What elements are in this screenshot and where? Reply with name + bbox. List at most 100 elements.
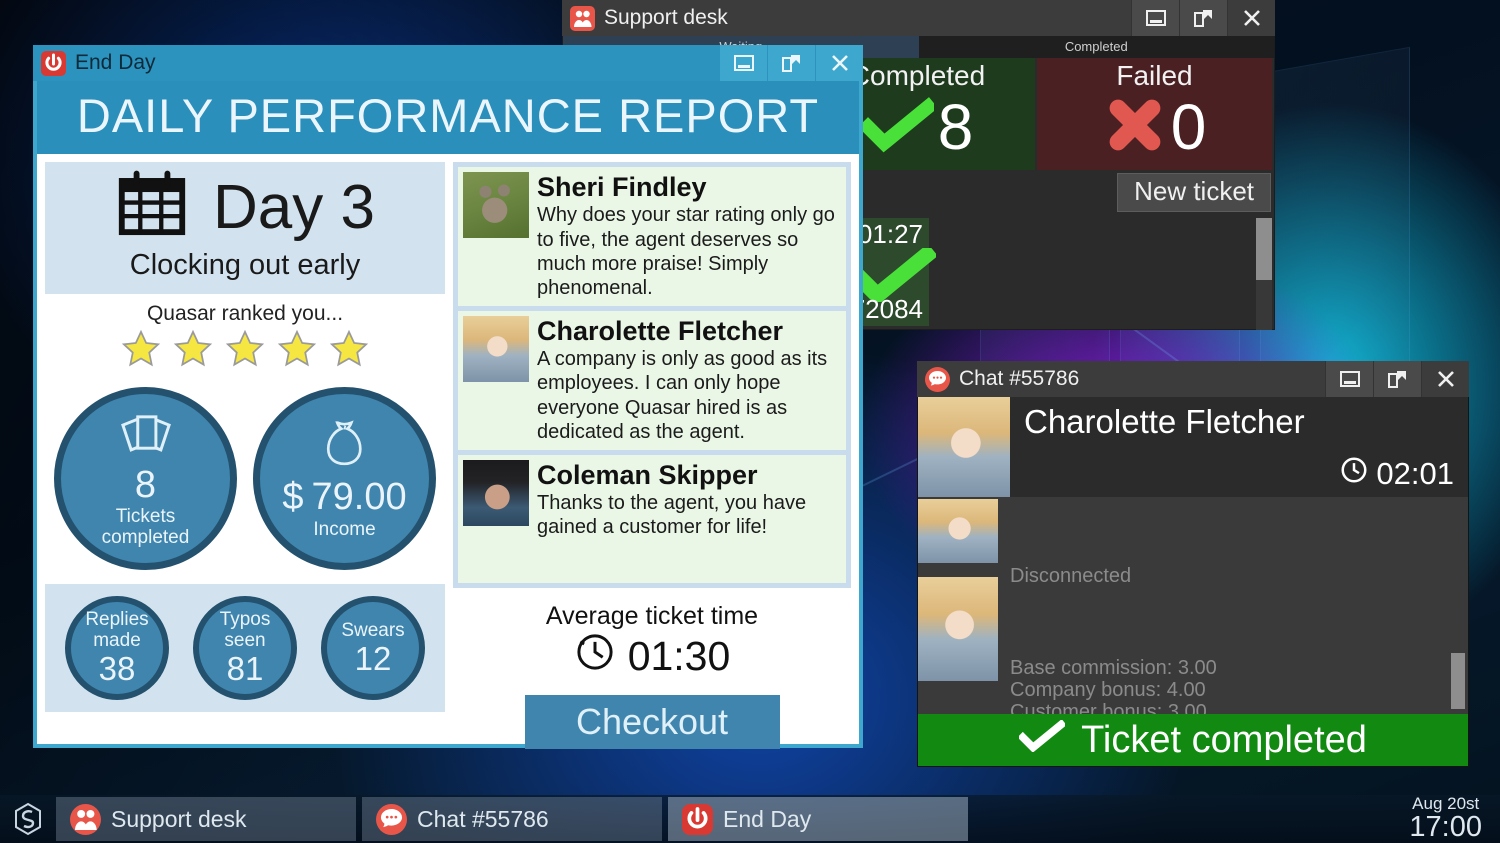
ticket-strip-scrollbar[interactable] (1256, 218, 1272, 330)
tickets-completed-caption: Tickets (115, 505, 176, 527)
status-badge: Ticket completed (918, 714, 1468, 766)
maximize-icon[interactable] (1179, 0, 1227, 36)
taskbar-item-end-day[interactable]: End Day (668, 797, 968, 841)
stat-income: $ 79.00 Income (253, 387, 436, 570)
replies-value: 38 (98, 650, 136, 688)
tickets-icon (113, 409, 179, 466)
chat-timer-value: 02:01 (1376, 456, 1454, 491)
average-label: Average ticket time (545, 601, 759, 630)
avatar (463, 172, 529, 238)
review-item: Sheri Findley Why does your star rating … (458, 167, 846, 306)
page-title: DAILY PERFORMANCE REPORT (37, 81, 859, 154)
chat-bubble-icon (376, 803, 407, 835)
taskbar-label: End Day (723, 805, 812, 832)
typos-caption-2: seen (224, 630, 266, 652)
income-value-wrap: $ 79.00 (282, 476, 406, 519)
support-desk-titlebar[interactable]: Support desk (562, 0, 1275, 36)
close-icon[interactable] (1227, 0, 1275, 36)
maximize-icon[interactable] (1373, 361, 1421, 397)
stat-tickets-completed: 8 Tickets completed (54, 387, 237, 570)
ticket-time: 01:27 (857, 219, 923, 249)
chat-customer-header: Charolette Fletcher 02:01 (918, 397, 1468, 497)
taskbar-item-support-desk[interactable]: Support desk (56, 797, 356, 841)
taskbar-item-chat[interactable]: Chat #55786 (362, 797, 662, 841)
typos-value: 81 (226, 650, 264, 688)
avatar (918, 499, 998, 563)
chat-window[interactable]: Chat #55786 Charolette Fletcher 02:01 Di… (917, 361, 1469, 767)
stat-swears: Swears 12 (321, 596, 425, 700)
new-ticket-button[interactable]: New ticket (1117, 172, 1271, 212)
chat-summary-line: Company bonus: 4.00 (1010, 679, 1206, 701)
close-icon[interactable] (815, 45, 863, 81)
tab-completed[interactable]: Completed (919, 36, 1275, 58)
chat-message-text: Disconnected (1010, 565, 1132, 587)
currency-symbol: $ (282, 475, 304, 518)
maximize-icon[interactable] (767, 45, 815, 81)
swears-value: 12 (354, 639, 392, 677)
end-day-titlebar[interactable]: End Day (33, 45, 863, 81)
rating-label: Quasar ranked you... (146, 302, 344, 325)
clock-icon (574, 631, 616, 683)
chat-scrollbar[interactable] (1451, 503, 1465, 723)
support-desk-icon (70, 803, 101, 835)
end-day-title: End Day (75, 51, 156, 74)
support-desk-icon (570, 5, 595, 31)
star-icon (171, 328, 215, 375)
report-right-column: Sheri Findley Why does your star rating … (453, 162, 851, 749)
clock-time: 17:00 (1409, 811, 1482, 843)
counter-failed: Failed 0 (1037, 58, 1274, 170)
minimize-icon[interactable] (1131, 0, 1179, 36)
taskbar-clock: Aug 20st 17:00 (1409, 795, 1500, 842)
average-ticket-time: Average ticket time 01:30 (453, 602, 851, 683)
chat-titlebar[interactable]: Chat #55786 (917, 361, 1469, 397)
avatar (918, 397, 1010, 497)
star-icon (275, 328, 319, 375)
quasar-logo-icon[interactable] (0, 802, 56, 836)
stat-typos-seen: Typos seen 81 (193, 596, 297, 700)
close-icon[interactable] (1421, 361, 1469, 397)
support-desk-title: Support desk (604, 6, 728, 29)
big-stat-circles: 8 Tickets completed $ 79.00 Income (45, 387, 445, 570)
tickets-completed-caption-2: completed (101, 526, 190, 548)
desktop: Support desk Waiting Completed Wa (0, 0, 1500, 843)
stat-replies-made: Replies made 38 (65, 596, 169, 700)
chat-customer-name: Charolette Fletcher (1024, 403, 1305, 440)
support-desk-window-buttons (1131, 0, 1275, 36)
chat-message-list[interactable]: Disconnected Base commission: 3.00 Compa… (918, 497, 1468, 745)
day-panel: Day 3 Clocking out early (45, 162, 445, 294)
chat-window-buttons (1325, 361, 1469, 397)
review-text: Why does your star rating only go to fiv… (537, 204, 835, 300)
small-stat-circles: Replies made 38 Typos seen 81 Swears 12 (45, 584, 445, 712)
power-icon (682, 803, 713, 835)
day-label: Day 3 (213, 173, 375, 242)
swears-caption: Swears (341, 619, 405, 641)
minimize-icon[interactable] (1325, 361, 1373, 397)
review-author: Charolette Fletcher (537, 315, 784, 346)
average-value: 01:30 (627, 633, 731, 680)
report-content: Day 3 Clocking out early Quasar ranked y… (37, 154, 859, 757)
report-left-column: Day 3 Clocking out early Quasar ranked y… (45, 162, 445, 749)
avatar (918, 577, 998, 681)
power-icon (41, 50, 66, 76)
end-day-body: DAILY PERFORMANCE REPORT Day 3 Clocking … (33, 81, 863, 749)
minimize-icon[interactable] (719, 45, 767, 81)
review-item: Coleman Skipper Thanks to the agent, you… (458, 454, 846, 583)
checkout-button[interactable]: Checkout (524, 694, 780, 749)
end-day-window[interactable]: End Day DAILY PERFORMANCE REPORT Day 3 C… (33, 45, 863, 749)
tickets-completed-value: 8 (134, 463, 157, 506)
calendar-icon (115, 168, 189, 247)
avatar (463, 315, 529, 382)
review-list: Sheri Findley Why does your star rating … (453, 162, 851, 588)
clock-date: Aug 20st (1412, 794, 1480, 814)
star-icon (119, 328, 163, 375)
check-icon (857, 96, 938, 159)
review-text: A company is only as good as its employe… (537, 348, 828, 444)
avatar (463, 459, 529, 526)
chat-timer: 02:01 (1339, 455, 1454, 493)
income-value: 79.00 (311, 475, 407, 518)
star-icon (223, 328, 267, 375)
check-icon (1017, 718, 1067, 762)
end-day-window-buttons (719, 45, 863, 81)
review-text: Thanks to the agent, you have gained a c… (537, 491, 807, 539)
star-rating (45, 328, 445, 375)
